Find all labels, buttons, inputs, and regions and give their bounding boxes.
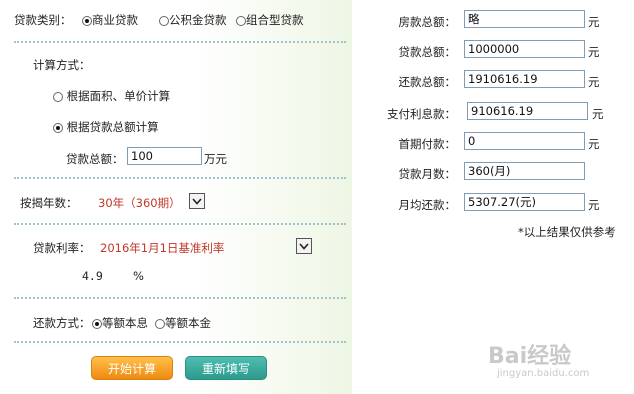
result-label: 还款总额： <box>398 75 457 89</box>
repay-equal-installment-radio[interactable]: 等额本息 <box>92 315 148 331</box>
radio-icon <box>53 92 63 102</box>
radio-label: 根据面积、单价计算 <box>66 89 171 103</box>
rate-percent-value[interactable]: 4.9 <box>82 269 103 283</box>
result-unit: 元 <box>588 198 600 212</box>
radio-icon <box>92 319 102 329</box>
divider <box>14 177 346 179</box>
result-interest-field[interactable]: 910616.19 <box>467 102 588 120</box>
result-label: 首期付款： <box>398 137 457 151</box>
loan-total-label: 贷款总额： <box>66 152 124 166</box>
loan-total-unit: 万元 <box>204 152 227 166</box>
years-label: 按揭年数： <box>20 196 78 210</box>
result-months-field[interactable]: 360(月) <box>464 162 585 180</box>
radio-label: 公积金贷款 <box>169 13 227 27</box>
result-monthly-payment-field[interactable]: 5307.27(元) <box>464 193 585 211</box>
result-house-total-field[interactable]: 略 <box>464 10 585 28</box>
repay-method-label: 还款方式： <box>33 316 91 330</box>
divider <box>14 341 346 343</box>
result-unit: 元 <box>588 137 600 151</box>
result-unit: 元 <box>588 75 600 89</box>
radio-icon <box>236 16 246 26</box>
rate-dropdown-button[interactable] <box>296 238 312 254</box>
loan-type-commercial-radio[interactable]: 商业贷款 <box>82 12 138 28</box>
radio-label: 等额本金 <box>165 316 211 330</box>
rate-select-value[interactable]: 2016年1月1日基准利率 <box>100 240 224 256</box>
calculate-button[interactable]: 开始计算 <box>91 356 173 380</box>
years-dropdown-button[interactable] <box>189 193 205 209</box>
radio-icon <box>53 123 63 133</box>
chevron-down-icon <box>192 197 202 205</box>
repay-equal-principal-radio[interactable]: 等额本金 <box>155 315 211 331</box>
divider <box>14 297 346 299</box>
watermark-logo: Bai经验 <box>488 344 572 369</box>
result-label: 贷款月数： <box>398 167 457 181</box>
watermark-url: jingyan.baidu.com <box>497 368 590 379</box>
radio-icon <box>159 16 169 26</box>
result-down-payment-field[interactable]: 0 <box>464 132 585 150</box>
divider <box>14 41 346 43</box>
loan-type-combined-radio[interactable]: 组合型贷款 <box>236 12 304 28</box>
radio-label: 组合型贷款 <box>246 13 304 27</box>
rate-percent-unit: % <box>133 269 144 283</box>
calc-by-total-radio[interactable]: 根据贷款总额计算 <box>53 119 159 135</box>
radio-label: 根据贷款总额计算 <box>66 120 159 134</box>
reset-button[interactable]: 重新填写 <box>185 356 267 380</box>
loan-total-input[interactable]: 100 <box>127 147 202 165</box>
result-label: 贷款总额： <box>398 45 457 59</box>
divider <box>14 223 346 225</box>
chevron-down-icon <box>299 242 309 250</box>
result-label: 月均还款： <box>398 198 457 212</box>
radio-icon <box>155 319 165 329</box>
result-unit: 元 <box>592 107 604 121</box>
result-label: 支付利息款： <box>387 107 456 121</box>
result-loan-total-field[interactable]: 1000000 <box>464 40 585 58</box>
calc-by-area-radio[interactable]: 根据面积、单价计算 <box>53 88 170 104</box>
result-unit: 元 <box>588 15 600 29</box>
result-repay-total-field[interactable]: 1910616.19 <box>464 70 585 88</box>
result-label: 房款总额： <box>398 15 457 29</box>
radio-icon <box>82 16 92 26</box>
loan-type-label: 贷款类别： <box>14 13 72 27</box>
radio-label: 商业贷款 <box>92 13 138 27</box>
input-panel: 贷款类别： 商业贷款 公积金贷款 组合型贷款 计算方式： 根据面积、单价计算 根… <box>0 0 353 394</box>
rate-label: 贷款利率： <box>33 241 91 255</box>
result-unit: 元 <box>588 45 600 59</box>
radio-label: 等额本息 <box>102 316 148 330</box>
calc-method-label: 计算方式： <box>33 58 91 72</box>
years-select-value[interactable]: 30年（360期） <box>98 195 181 211</box>
loan-type-fund-radio[interactable]: 公积金贷款 <box>159 12 227 28</box>
disclaimer-note: *以上结果仅供参考 <box>518 225 616 239</box>
